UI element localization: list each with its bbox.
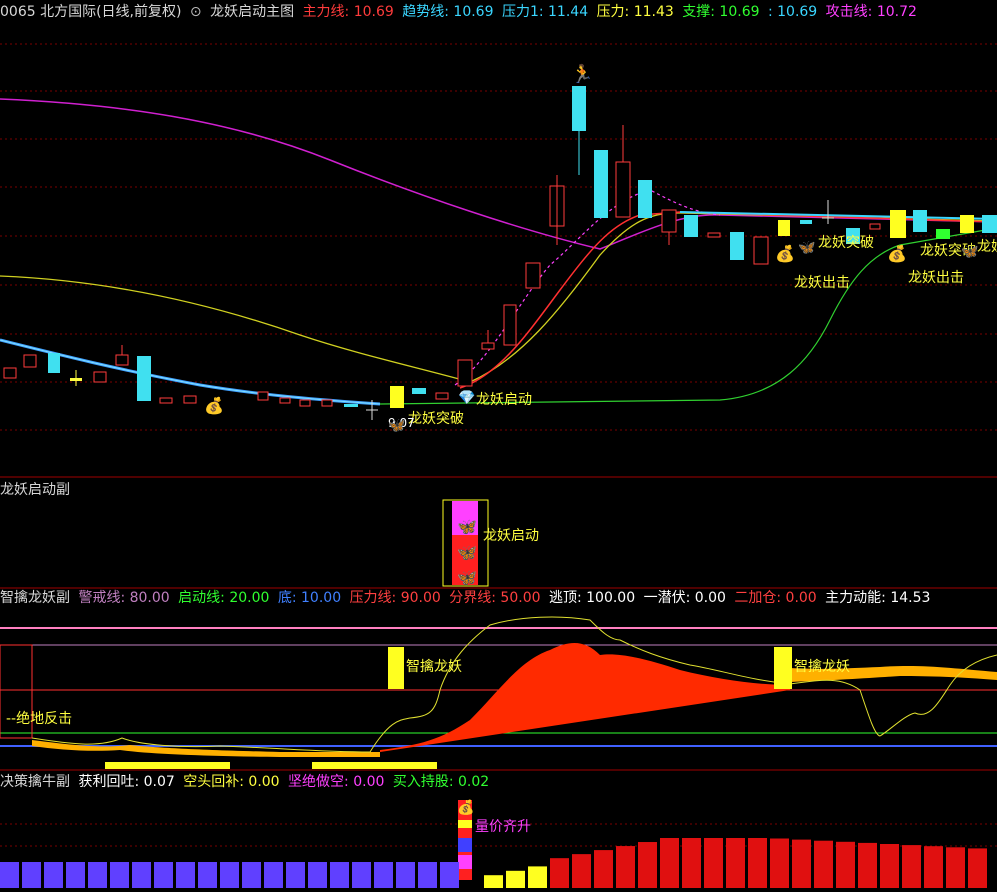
volume-bar bbox=[132, 862, 151, 888]
volume-bar bbox=[638, 842, 657, 888]
volume-bar bbox=[374, 862, 393, 888]
panel3-chart bbox=[0, 616, 997, 769]
volume-bar bbox=[44, 862, 63, 888]
indicator-value: 启动线: 20.00 bbox=[178, 590, 270, 606]
volume-bar bbox=[110, 862, 129, 888]
money-bag-icon: 💰 bbox=[887, 244, 907, 263]
svg-text:🦋: 🦋 bbox=[457, 543, 477, 562]
panel3-signal-label: 智擒龙妖 bbox=[406, 659, 462, 675]
volume-bar bbox=[770, 838, 789, 888]
money-bag-icon: 💰 bbox=[457, 800, 475, 816]
butterfly-icon: 🦋 bbox=[388, 418, 406, 434]
panel3-title[interactable]: 智擒龙妖副 bbox=[0, 590, 70, 606]
volume-bar bbox=[550, 858, 569, 888]
diamond-icon: 💎 bbox=[458, 390, 476, 406]
volume-bar bbox=[330, 862, 349, 888]
signal-label: 龙妖突破 bbox=[408, 411, 464, 427]
volume-bar bbox=[506, 870, 525, 888]
indicator-value: 分界线: 50.00 bbox=[449, 590, 541, 606]
volume-bar bbox=[660, 838, 679, 888]
money-bag-icon: 💰 bbox=[204, 396, 224, 415]
indicator-value: 空头回补: 0.00 bbox=[183, 774, 280, 790]
volume-bar bbox=[220, 862, 239, 888]
volume-bar bbox=[968, 848, 987, 888]
volume-bar bbox=[286, 862, 305, 888]
volume-bar bbox=[902, 845, 921, 888]
signal-label: 龙妖 bbox=[977, 239, 997, 255]
volume-bar bbox=[484, 875, 503, 888]
volume-bar bbox=[154, 862, 173, 888]
panel3-header: 智擒龙妖副 警戒线: 80.00 启动线: 20.00 底: 10.00 压力线… bbox=[0, 587, 934, 609]
volume-bar bbox=[726, 838, 745, 888]
volume-bar bbox=[0, 862, 19, 888]
volume-bar bbox=[22, 862, 41, 888]
candles bbox=[3, 86, 997, 420]
main-candlestick-chart[interactable]: 🦋 🦋 🦋 bbox=[0, 0, 997, 892]
volume-bar bbox=[528, 866, 547, 888]
indicator-value: 二加仓: 0.00 bbox=[734, 590, 817, 606]
startup-signal-box: 🦋 🦋 🦋 bbox=[442, 499, 489, 587]
svg-text:🦋: 🦋 bbox=[457, 517, 477, 536]
volume-bar bbox=[176, 862, 195, 888]
panel3-signal-label: 智擒龙妖 bbox=[794, 659, 850, 675]
indicator-value: 压力线: 90.00 bbox=[349, 590, 441, 606]
svg-text:🦋: 🦋 bbox=[457, 568, 477, 587]
runner-icon: 🏃 bbox=[571, 64, 594, 85]
volume-bars bbox=[0, 838, 987, 888]
volume-bar bbox=[440, 862, 459, 888]
volume-bar bbox=[704, 838, 723, 888]
indicator-value: 警戒线: 80.00 bbox=[78, 590, 170, 606]
signal-label: 龙妖出击 bbox=[794, 275, 850, 291]
volume-bar bbox=[66, 862, 85, 888]
indicator-value: 逃顶: 100.00 bbox=[548, 590, 636, 606]
butterfly-icon: 🦋 bbox=[961, 244, 979, 260]
signal-label: 龙妖启动 bbox=[476, 392, 532, 408]
panel4-signal-label: 量价齐升 bbox=[475, 819, 531, 835]
volume-bar bbox=[616, 846, 635, 888]
volume-bar bbox=[748, 838, 767, 888]
volume-bar bbox=[242, 862, 261, 888]
volume-bar bbox=[792, 839, 811, 888]
indicator-value: 买入持股: 0.02 bbox=[392, 774, 490, 790]
volume-bar bbox=[198, 862, 217, 888]
volume-bar bbox=[352, 862, 371, 888]
indicator-value: 获利回吐: 0.07 bbox=[78, 774, 175, 790]
volume-bar bbox=[88, 862, 107, 888]
volume-bar bbox=[396, 862, 415, 888]
volume-bar bbox=[924, 846, 943, 888]
panel2-title[interactable]: 龙妖启动副 bbox=[0, 479, 70, 499]
volume-bar bbox=[594, 850, 613, 888]
volume-bar bbox=[308, 862, 327, 888]
signal-label: 龙妖突破 bbox=[818, 235, 874, 251]
panel3-bottom-label: --绝地反击 bbox=[6, 711, 73, 727]
indicator-value: 坚绝做空: 0.00 bbox=[288, 774, 385, 790]
volume-bar bbox=[858, 842, 877, 888]
volume-bar bbox=[946, 847, 965, 888]
money-bag-icon: 💰 bbox=[775, 244, 795, 263]
volume-bar bbox=[880, 844, 899, 888]
volume-bar bbox=[836, 841, 855, 888]
butterfly-icon: 🦋 bbox=[798, 240, 816, 256]
indicator-value: 底: 10.00 bbox=[277, 590, 342, 606]
panel4-title[interactable]: 决策擒牛副 bbox=[0, 774, 70, 790]
volume-bar bbox=[682, 838, 701, 888]
signal-label: 龙妖出击 bbox=[908, 270, 964, 286]
volume-bar bbox=[264, 862, 283, 888]
volume-bar bbox=[572, 854, 591, 888]
volume-bar bbox=[418, 862, 437, 888]
panel2-signal-label: 龙妖启动 bbox=[483, 528, 539, 544]
panel4-header: 决策擒牛副 获利回吐: 0.07 空头回补: 0.00 坚绝做空: 0.00 买… bbox=[0, 771, 493, 793]
indicator-value: 主力动能: 14.53 bbox=[825, 590, 931, 606]
volume-bar bbox=[814, 840, 833, 888]
indicator-value: 一潜伏: 0.00 bbox=[643, 590, 726, 606]
